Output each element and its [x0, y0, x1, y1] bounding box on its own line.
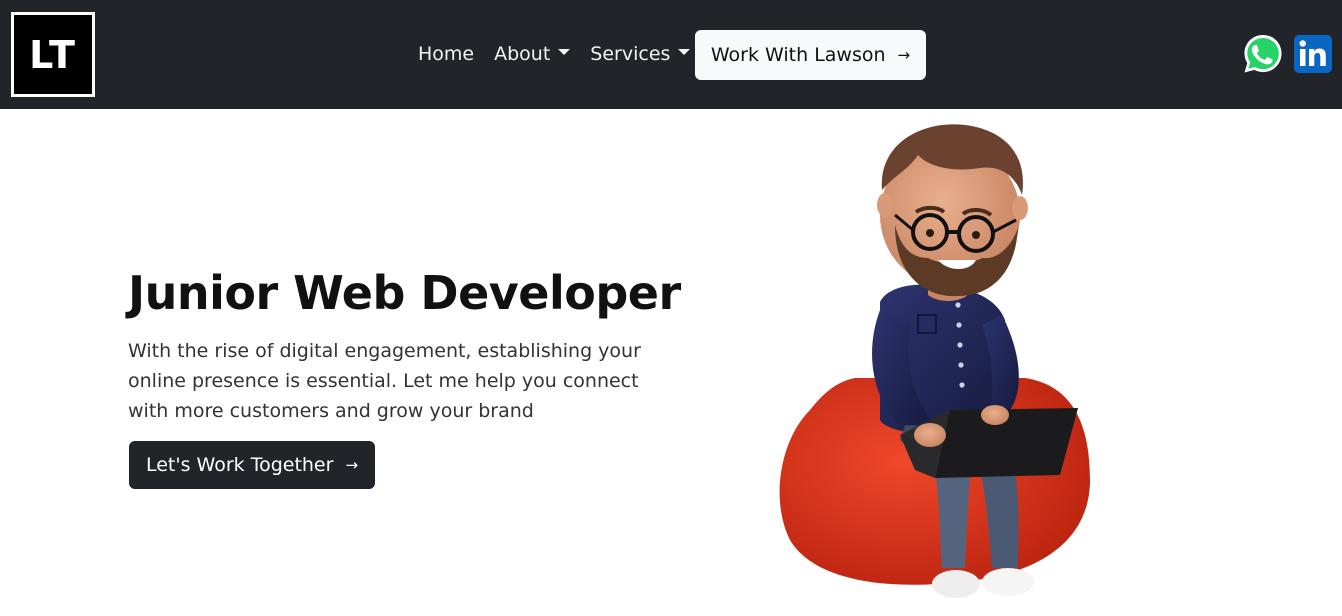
arrow-right-icon: → — [345, 456, 359, 474]
nav-item-services[interactable]: Services — [590, 43, 691, 65]
work-with-lawson-button[interactable]: Work With Lawson → — [695, 30, 926, 80]
linkedin-link[interactable] — [1294, 35, 1332, 73]
nav-item-label: Home — [418, 43, 475, 65]
nav-item-about[interactable]: About — [494, 43, 571, 65]
caret-down-icon — [558, 49, 571, 55]
caret-down-icon — [678, 49, 691, 55]
navbar: LT Home About Services Work With Lawson … — [0, 0, 1342, 109]
nav-item-home[interactable]: Home — [418, 43, 474, 65]
developer-illustration — [770, 120, 1110, 612]
logo-text: LT — [29, 32, 77, 77]
hero-button-label: Let's Work Together — [145, 454, 334, 476]
hero-description: With the rise of digital engagement, est… — [128, 340, 641, 422]
nav-links: Home About Services — [418, 30, 710, 78]
hero-title: Junior Web Developer — [128, 266, 681, 320]
linkedin-icon — [1294, 35, 1332, 73]
brand-logo[interactable]: LT — [11, 12, 95, 97]
cta-label: Work With Lawson — [710, 44, 886, 66]
lets-work-together-button[interactable]: Let's Work Together → — [129, 441, 375, 489]
nav-item-label: Services — [590, 43, 671, 65]
developer-on-beanbag-image — [779, 124, 1090, 598]
nav-item-label: About — [494, 43, 551, 65]
whatsapp-icon — [1244, 35, 1282, 73]
arrow-right-icon: → — [897, 46, 911, 64]
whatsapp-link[interactable] — [1242, 33, 1282, 73]
